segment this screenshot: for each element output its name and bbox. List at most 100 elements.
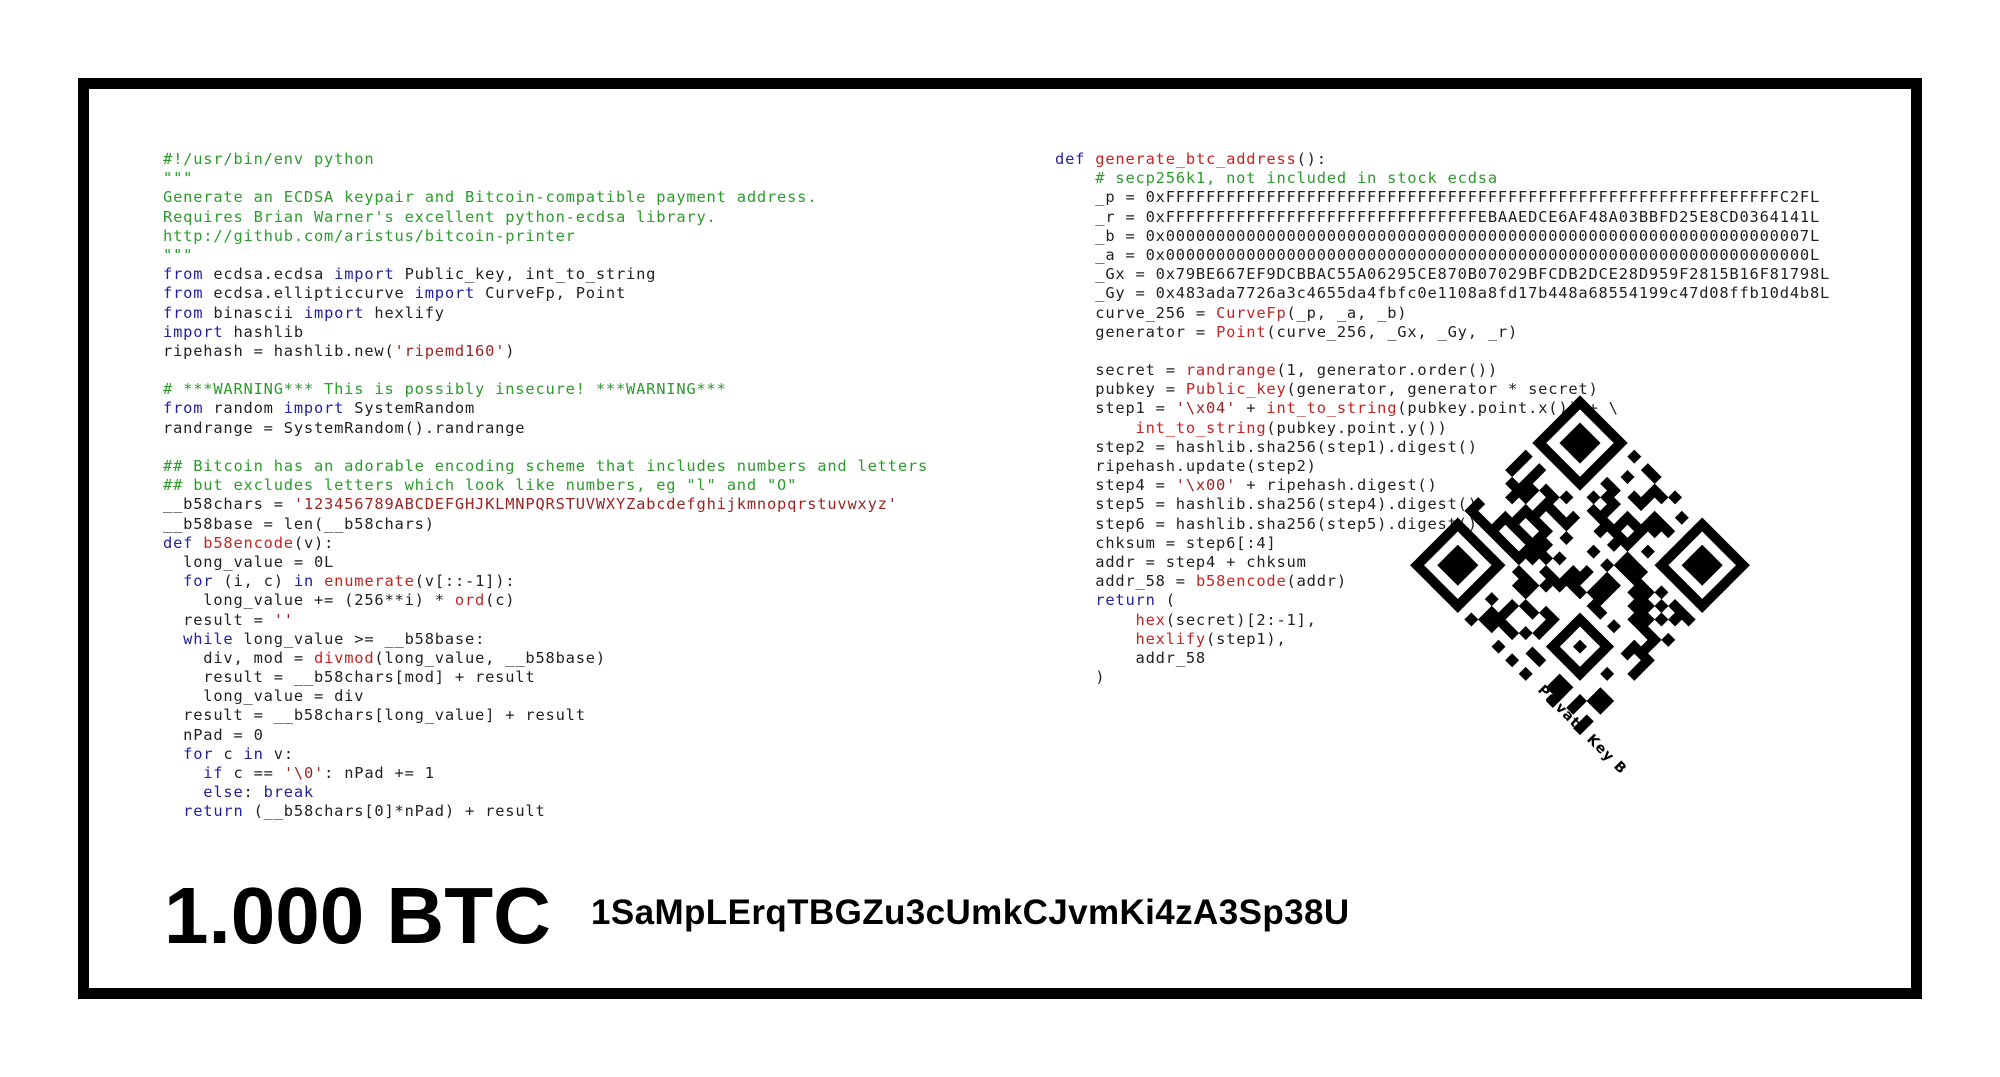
- code-token: # ***WARNING*** This is possibly insecur…: [163, 380, 727, 399]
- code-token: (step1),: [1206, 629, 1287, 648]
- code-line: randrange = SystemRandom().randrange: [163, 419, 928, 438]
- code-token: (v):: [293, 533, 335, 552]
- code-token: _r = 0xFFFFFFFFFFFFFFFFFFFFFFFFFFFFFFFEB…: [1055, 207, 1821, 226]
- code-token: ecdsa.ellipticcurve: [203, 284, 415, 303]
- code-token: Requires Brian Warner's excellent python…: [163, 207, 717, 226]
- code-line: """: [163, 246, 928, 265]
- code-line: _Gy = 0x483ada7726a3c4655da4fbfc0e1108a8…: [1055, 284, 1830, 303]
- code-token: c: [213, 744, 244, 763]
- code-line: ## but excludes letters which look like …: [163, 476, 928, 495]
- btc-amount: 1.000 BTC: [164, 871, 551, 960]
- code-token: import: [414, 284, 476, 303]
- code-line: long_value = 0L: [163, 553, 928, 572]
- code-line: from ecdsa.ecdsa import Public_key, int_…: [163, 265, 928, 284]
- code-token: 'ripemd160': [394, 341, 506, 360]
- code-token: div, mod =: [163, 648, 314, 667]
- code-line: __b58base = len(__b58chars): [163, 515, 928, 534]
- code-token: ): [505, 341, 516, 360]
- code-token: pubkey =: [1055, 380, 1186, 399]
- code-line: return (__b58chars[0]*nPad) + result: [163, 802, 928, 821]
- code-token: in: [293, 572, 315, 591]
- code-token: long_value >= __b58base:: [233, 629, 486, 648]
- code-token: for: [183, 572, 214, 591]
- code-token: __b58base = len(__b58chars): [163, 514, 435, 533]
- code-token: addr = step4 + chksum: [1055, 552, 1307, 571]
- code-token: ():: [1296, 150, 1327, 168]
- code-line: _r = 0xFFFFFFFFFFFFFFFFFFFFFFFFFFFFFFFEB…: [1055, 208, 1830, 227]
- code-token: int_to_string: [1135, 418, 1267, 437]
- code-token: divmod: [314, 648, 375, 667]
- code-line: _b = 0x000000000000000000000000000000000…: [1055, 227, 1830, 246]
- code-token: result = __b58chars[long_value] + result: [163, 706, 586, 725]
- code-line: Generate an ECDSA keypair and Bitcoin-co…: [163, 188, 928, 207]
- code-line: long_value = div: [163, 687, 928, 706]
- code-line: http://github.com/aristus/bitcoin-printe…: [163, 227, 928, 246]
- code-token: return: [183, 802, 244, 821]
- code-token: c ==: [223, 764, 284, 782]
- code-line: def b58encode(v):: [163, 534, 928, 553]
- code-token: import: [334, 265, 395, 284]
- code-token: _b = 0x000000000000000000000000000000000…: [1055, 226, 1821, 245]
- code-token: hashlib: [223, 322, 304, 341]
- code-line: import hashlib: [163, 323, 928, 342]
- code-line: from random import SystemRandom: [163, 399, 928, 418]
- code-token: _a = 0x000000000000000000000000000000000…: [1055, 245, 1821, 264]
- code-token: (long_value, __b58base): [374, 648, 606, 667]
- code-line: for (i, c) in enumerate(v[::-1]):: [163, 572, 928, 591]
- code-line: _a = 0x000000000000000000000000000000000…: [1055, 246, 1830, 265]
- code-token: int_to_string: [1266, 399, 1398, 418]
- code-line: # ***WARNING*** This is possibly insecur…: [163, 380, 928, 399]
- code-token: generate_btc_address: [1095, 150, 1297, 168]
- code-line: # secp256k1, not included in stock ecdsa: [1055, 169, 1830, 188]
- code-line: def generate_btc_address():: [1055, 150, 1830, 169]
- code-token: chksum = step6[:4]: [1055, 533, 1277, 552]
- code-line: _p = 0xFFFFFFFFFFFFFFFFFFFFFFFFFFFFFFFFF…: [1055, 188, 1830, 207]
- code-line: nPad = 0: [163, 726, 928, 745]
- code-line: secret = randrange(1, generator.order()): [1055, 361, 1830, 380]
- code-token: addr_58: [1055, 648, 1206, 667]
- code-line: result = '': [163, 611, 928, 630]
- code-token: (i, c): [213, 572, 294, 591]
- code-token: Generate an ECDSA keypair and Bitcoin-co…: [163, 188, 818, 207]
- code-token: secret =: [1055, 361, 1186, 380]
- code-token: return: [1095, 591, 1156, 610]
- code-token: Point: [1216, 322, 1267, 341]
- code-token: """: [163, 245, 194, 264]
- code-line: ripehash = hashlib.new('ripemd160'): [163, 342, 928, 361]
- code-token: #!/usr/bin/env python: [163, 150, 375, 168]
- code-token: + ripehash.digest(): [1236, 476, 1438, 495]
- code-token: (_p, _a, _b): [1286, 303, 1408, 322]
- code-token: binascii: [203, 303, 304, 322]
- code-token: long_value = div: [163, 687, 365, 706]
- code-token: in: [243, 744, 264, 763]
- code-token: (v[::-1]):: [414, 572, 516, 591]
- code-token: # secp256k1, not included in stock ecdsa: [1055, 169, 1498, 188]
- code-token: while: [183, 629, 234, 648]
- code-token: from: [163, 303, 204, 322]
- code-token: _Gx = 0x79BE667EF9DCBBAC55A06295CE870B07…: [1055, 265, 1831, 284]
- code-line: div, mod = divmod(long_value, __b58base): [163, 649, 928, 668]
- code-token: ord: [454, 591, 486, 610]
- code-token: Public_key, int_to_string: [394, 265, 657, 284]
- code-line: ## Bitcoin has an adorable encoding sche…: [163, 457, 928, 476]
- code-token: (c): [485, 591, 516, 610]
- code-token: (: [1155, 591, 1176, 610]
- code-line: from binascii import hexlify: [163, 304, 928, 323]
- code-token: enumerate: [324, 572, 415, 591]
- code-line: else: break: [163, 783, 928, 802]
- code-token: :: [243, 783, 264, 802]
- code-token: nPad = 0: [163, 725, 264, 744]
- code-block-b58encode: #!/usr/bin/env python """ Generate an ECDS…: [163, 150, 928, 822]
- code-token: +: [1236, 399, 1267, 418]
- code-token: http://github.com/aristus/bitcoin-printe…: [163, 226, 576, 245]
- code-token: v:: [263, 744, 294, 763]
- code-token: import: [283, 399, 345, 418]
